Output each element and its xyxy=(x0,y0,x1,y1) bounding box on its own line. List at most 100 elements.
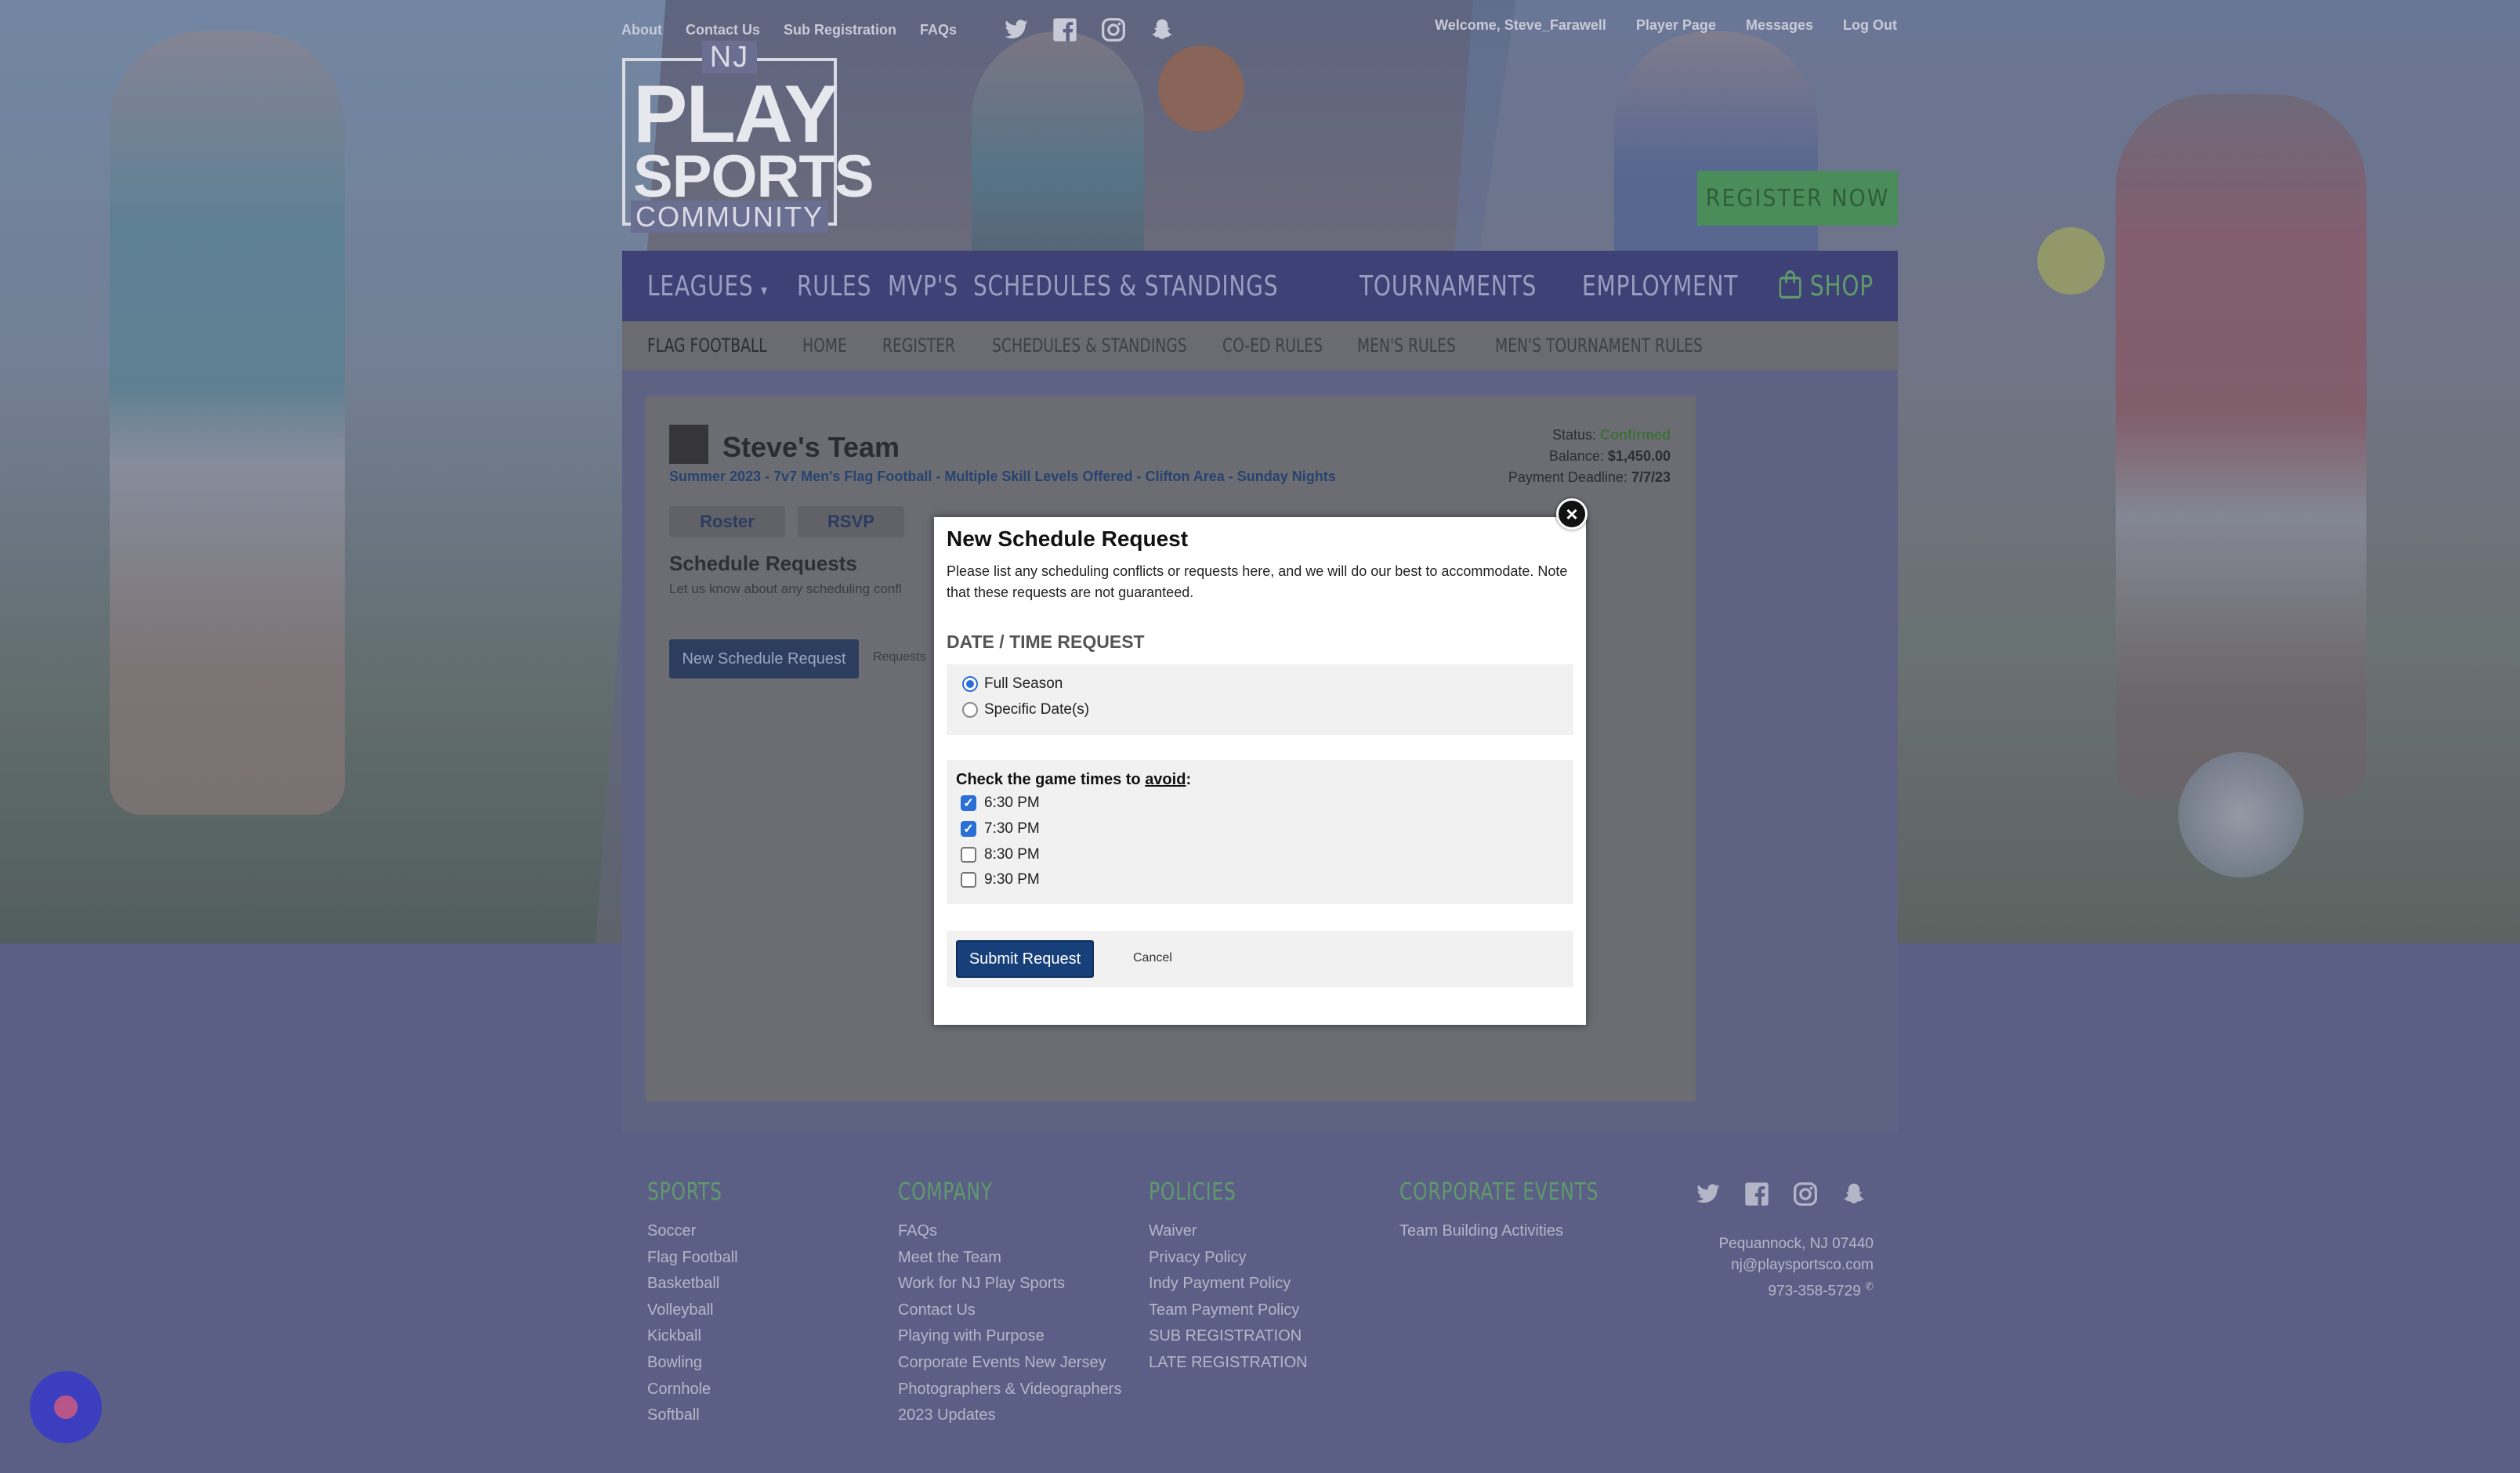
nav-mvps[interactable]: MVP'S xyxy=(888,270,958,302)
specific-dates-radio[interactable] xyxy=(962,702,978,718)
footer-phone[interactable]: 973-358-5729 xyxy=(1768,1283,1860,1299)
chat-widget-button[interactable] xyxy=(30,1371,102,1443)
instagram-icon[interactable] xyxy=(1101,17,1126,42)
footer-link[interactable]: Corporate Events New Jersey xyxy=(898,1350,1121,1377)
nav-rules[interactable]: RULES xyxy=(797,270,871,302)
time-option-830[interactable]: 8:30 PM xyxy=(961,846,1040,863)
cancel-link[interactable]: Cancel xyxy=(1133,951,1172,965)
footer-social-icons xyxy=(1696,1182,1866,1207)
top-link-contact[interactable]: Contact Us xyxy=(686,22,760,38)
facebook-icon[interactable] xyxy=(1052,17,1077,42)
messages-link[interactable]: Messages xyxy=(1746,17,1813,34)
register-now-button[interactable]: REGISTER NOW xyxy=(1697,171,1898,226)
footer-email[interactable]: nj@playsportsco.com xyxy=(1718,1254,1874,1276)
twitter-icon[interactable] xyxy=(1696,1182,1721,1207)
close-icon[interactable]: × xyxy=(1556,498,1588,530)
footer-link[interactable]: Bowling xyxy=(647,1350,744,1377)
submit-request-button[interactable]: Submit Request xyxy=(956,940,1094,978)
deadline-row: Payment Deadline: 7/7/23 xyxy=(1508,469,1671,485)
footer-link[interactable]: SUB REGISTRATION xyxy=(1149,1323,1308,1350)
footer-link[interactable]: Privacy Policy xyxy=(1149,1245,1308,1272)
subnav-schedules-standings[interactable]: SCHEDULES & STANDINGS xyxy=(992,335,1187,356)
specific-dates-label[interactable]: Specific Date(s) xyxy=(984,701,1089,718)
modal-actions: Submit Request Cancel xyxy=(947,931,1573,987)
footer-link[interactable]: Team Payment Policy xyxy=(1149,1297,1308,1324)
tab-roster[interactable]: Roster xyxy=(669,506,785,537)
footer-link[interactable]: Photographers & Videographers xyxy=(898,1377,1121,1403)
subnav-flag-football[interactable]: FLAG FOOTBALL xyxy=(647,335,779,356)
footer-link[interactable]: FAQs xyxy=(898,1218,1121,1245)
status-badge: Confirmed xyxy=(1600,427,1671,443)
tab-rsvp[interactable]: RSVP xyxy=(798,506,904,537)
footer-heading: SPORTS xyxy=(647,1178,722,1206)
nav-tournaments[interactable]: TOURNAMENTS xyxy=(1360,270,1537,302)
specific-dates-option[interactable]: Specific Date(s) xyxy=(962,701,1089,718)
footer-phone-row: 973-358-5729 ✆ xyxy=(1718,1276,1874,1301)
top-link-sub-registration[interactable]: Sub Registration xyxy=(784,22,896,38)
footer-link[interactable]: Work for NJ Play Sports xyxy=(898,1271,1121,1297)
time-label[interactable]: 8:30 PM xyxy=(984,846,1040,863)
full-season-option[interactable]: Full Season xyxy=(962,675,1063,693)
nav-shop[interactable]: SHOP xyxy=(1778,270,1874,302)
subnav-register[interactable]: REGISTER xyxy=(882,335,979,356)
footer-link[interactable]: Soccer xyxy=(647,1218,744,1245)
snapchat-icon[interactable] xyxy=(1841,1182,1866,1207)
chevron-down-icon: ▾ xyxy=(761,280,768,299)
footer-corporate-column: CORPORATE EVENTS Team Building Activitie… xyxy=(1399,1178,1655,1245)
footer-link[interactable]: Team Building Activities xyxy=(1399,1218,1655,1245)
header-social-icons xyxy=(1004,17,1175,42)
top-link-faqs[interactable]: FAQs xyxy=(920,22,957,38)
instagram-icon[interactable] xyxy=(1793,1182,1818,1207)
site-logo[interactable]: NJ PLAY SPORTS COMMUNITY xyxy=(622,41,874,233)
league-link[interactable]: Summer 2023 - 7v7 Men's Flag Football - … xyxy=(669,469,1336,485)
team-name: Steve's Team xyxy=(722,431,900,463)
subnav-coed-rules[interactable]: CO-ED RULES xyxy=(1222,335,1338,356)
subnav-home[interactable]: HOME xyxy=(802,335,876,356)
footer-link[interactable]: 2023 Updates xyxy=(898,1402,1121,1429)
twitter-icon[interactable] xyxy=(1004,17,1029,42)
time-checkbox-830[interactable] xyxy=(961,847,976,863)
footer-link[interactable]: Contact Us xyxy=(898,1297,1121,1324)
snapchat-icon[interactable] xyxy=(1150,17,1175,42)
player-page-link[interactable]: Player Page xyxy=(1636,17,1716,34)
footer-link[interactable]: Basketball xyxy=(647,1271,744,1297)
user-links: Welcome, Steve_Farawell Player Page Mess… xyxy=(1435,17,1897,34)
logout-link[interactable]: Log Out xyxy=(1843,17,1897,34)
time-option-730[interactable]: ✓ 7:30 PM xyxy=(961,820,1040,838)
footer-link[interactable]: Meet the Team xyxy=(898,1245,1121,1272)
footer-link[interactable]: Playing with Purpose xyxy=(898,1323,1121,1350)
footer-contact-block: Pequannock, NJ 07440 nj@playsportsco.com… xyxy=(1718,1233,1874,1301)
nav-schedules-standings[interactable]: SCHEDULES & STANDINGS xyxy=(973,270,1278,302)
time-label[interactable]: 7:30 PM xyxy=(984,820,1040,838)
facebook-icon[interactable] xyxy=(1744,1182,1769,1207)
time-checkbox-630[interactable]: ✓ xyxy=(961,795,976,811)
sport-sub-nav: FLAG FOOTBALL HOME REGISTER SCHEDULES & … xyxy=(622,321,1898,370)
modal-description: Please list any scheduling conflicts or … xyxy=(947,563,1568,600)
full-season-label[interactable]: Full Season xyxy=(984,675,1063,693)
subnav-mens-tournament-rules[interactable]: MEN'S TOURNAMENT RULES xyxy=(1495,335,1703,356)
footer-link[interactable]: Volleyball xyxy=(647,1297,744,1324)
footer-link[interactable]: Kickball xyxy=(647,1323,744,1350)
footer-link[interactable]: Waiver xyxy=(1149,1218,1308,1245)
footer-link[interactable]: Softball xyxy=(647,1402,744,1429)
date-time-request-heading: DATE / TIME REQUEST xyxy=(947,632,1145,652)
footer-link[interactable]: Flag Football xyxy=(647,1245,744,1272)
top-link-about[interactable]: About xyxy=(621,22,662,38)
nav-employment[interactable]: EMPLOYMENT xyxy=(1582,270,1738,302)
footer-link[interactable]: Indy Payment Policy xyxy=(1149,1271,1308,1297)
footer-link[interactable]: LATE REGISTRATION xyxy=(1149,1350,1308,1377)
time-label[interactable]: 9:30 PM xyxy=(984,871,1040,889)
username[interactable]: Steve_Farawell xyxy=(1504,17,1606,33)
footer-link[interactable]: Cornhole xyxy=(647,1377,744,1403)
footer-policies-column: POLICIES Waiver Privacy Policy Indy Paym… xyxy=(1149,1178,1308,1377)
time-option-930[interactable]: 9:30 PM xyxy=(961,871,1040,889)
time-label[interactable]: 6:30 PM xyxy=(984,794,1040,812)
subnav-mens-rules[interactable]: MEN'S RULES xyxy=(1357,335,1475,356)
time-checkbox-930[interactable] xyxy=(961,872,976,888)
new-schedule-request-button[interactable]: New Schedule Request xyxy=(669,639,859,679)
full-season-radio[interactable] xyxy=(962,676,978,692)
schedule-requests-title: Schedule Requests xyxy=(669,552,857,575)
time-checkbox-730[interactable]: ✓ xyxy=(961,821,976,837)
time-option-630[interactable]: ✓ 6:30 PM xyxy=(961,794,1040,812)
nav-leagues[interactable]: LEAGUES ▾ xyxy=(647,270,768,302)
